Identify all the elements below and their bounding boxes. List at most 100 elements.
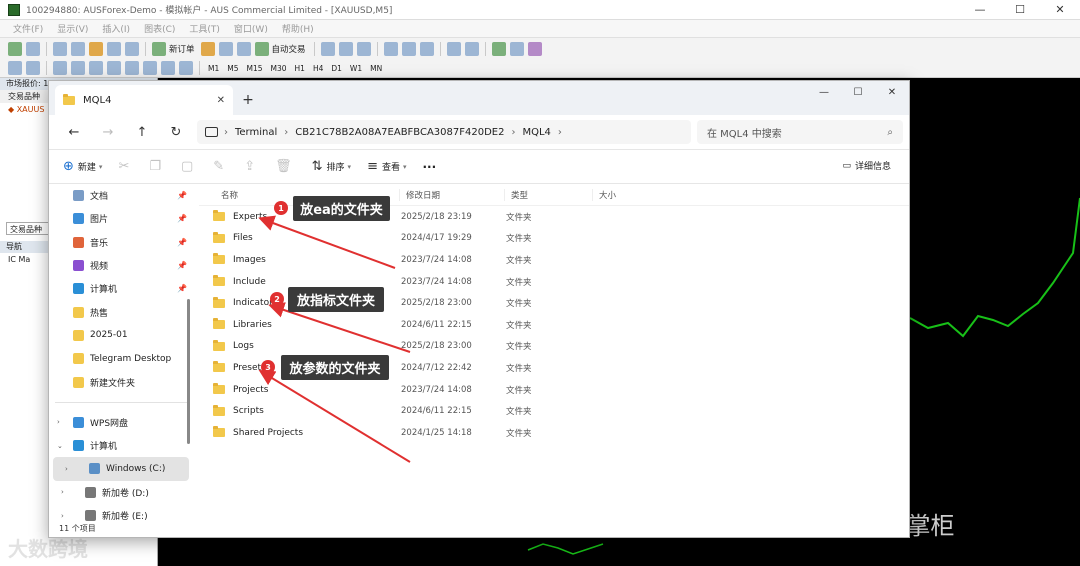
nav-item[interactable]: › 新加卷 (D:)	[49, 481, 193, 504]
menu-view[interactable]: 显示(V)	[50, 22, 95, 35]
column-size[interactable]: 大小	[592, 188, 672, 201]
menu-charts[interactable]: 图表(C)	[137, 22, 182, 35]
nav-item[interactable]: › 新加卷 (E:)	[49, 504, 193, 524]
nav-item[interactable]: 新建文件夹	[49, 370, 193, 393]
maximize-icon[interactable]: ☐	[1000, 0, 1040, 20]
refresh-button[interactable]: ↻	[159, 118, 193, 146]
timeframe-h4[interactable]: H4	[309, 64, 327, 73]
zoom-out-icon[interactable]	[401, 41, 416, 56]
file-row[interactable]: Shared Projects 2024/1/25 14:18 文件夹	[199, 422, 909, 444]
metaeditor-icon[interactable]	[200, 41, 215, 56]
chevron-down-icon[interactable]: ⌄	[57, 442, 63, 450]
horizontal-line-icon[interactable]	[71, 61, 85, 75]
new-button[interactable]: ⊕ 新建 ▾	[63, 159, 102, 174]
menu-tools[interactable]: 工具(T)	[182, 22, 227, 35]
nav-item[interactable]: 文档 📌	[49, 184, 193, 207]
minimize-icon[interactable]: —	[960, 0, 1000, 20]
bar-chart-icon[interactable]	[320, 41, 335, 56]
file-row[interactable]: Projects 2023/7/24 14:08 文件夹	[199, 379, 909, 401]
view-button[interactable]: ≡ 查看 ▾	[367, 159, 406, 174]
paste-button[interactable]: ▢	[181, 159, 197, 174]
nav-item[interactable]: 2025-01	[49, 324, 193, 347]
zoom-in-icon[interactable]	[383, 41, 398, 56]
symbols-tab[interactable]: 交易品种	[6, 222, 50, 235]
file-row[interactable]: Files 2024/4/17 19:29 文件夹	[199, 228, 909, 250]
data-window-icon[interactable]	[71, 41, 85, 56]
chevron-right-icon[interactable]: ›	[61, 488, 64, 496]
new-chart-icon[interactable]	[8, 41, 22, 56]
tile-windows-icon[interactable]	[419, 41, 434, 56]
address-bar[interactable]: › Terminal › CB21C78B2A08A7EABFBCA3087F4…	[197, 120, 691, 144]
nav-item[interactable]: › WPS网盘	[49, 411, 193, 434]
file-row[interactable]: Images 2023/7/24 14:08 文件夹	[199, 249, 909, 271]
autoscroll-icon[interactable]	[446, 41, 461, 56]
profiles-icon[interactable]	[26, 41, 40, 56]
chevron-right-icon[interactable]: ›	[61, 512, 64, 520]
delete-button[interactable]: 🗑	[275, 159, 296, 174]
chevron-right-icon[interactable]: ›	[57, 418, 60, 426]
chart-shift-icon[interactable]	[464, 41, 479, 56]
nav-item[interactable]: ⌄ 计算机	[49, 434, 193, 457]
timeframe-m30[interactable]: M30	[267, 64, 291, 73]
tab-mql4[interactable]: MQL4 ✕	[55, 85, 233, 115]
file-row[interactable]: Libraries 2024/6/11 22:15 文件夹	[199, 314, 909, 336]
text-label-icon[interactable]	[161, 61, 175, 75]
signals-icon[interactable]	[218, 41, 233, 56]
timeframe-m5[interactable]: M5	[223, 64, 242, 73]
navigator-icon[interactable]	[89, 41, 103, 56]
new-order-button[interactable]: 新订单	[169, 43, 195, 55]
tester-icon[interactable]	[125, 41, 139, 56]
timeframe-h1[interactable]: H1	[291, 64, 309, 73]
close-tab-icon[interactable]: ✕	[217, 95, 225, 106]
file-row[interactable]: Logs 2025/2/18 23:00 文件夹	[199, 336, 909, 358]
timeframe-w1[interactable]: W1	[346, 64, 366, 73]
cut-button[interactable]: ✂	[118, 159, 133, 174]
breadcrumb-hash[interactable]: CB21C78B2A08A7EABFBCA3087F420DE2	[295, 127, 504, 138]
nav-item[interactable]: › Windows (C:)	[53, 457, 189, 481]
timeframe-m15[interactable]: M15	[243, 64, 267, 73]
nav-item[interactable]: 热售	[49, 300, 193, 323]
auto-trading-button[interactable]: 自动交易	[272, 43, 306, 55]
nav-item[interactable]: 音乐 📌	[49, 231, 193, 254]
forward-button[interactable]: →	[91, 118, 125, 146]
fibonacci-icon[interactable]	[125, 61, 139, 75]
cursor-icon[interactable]	[8, 61, 22, 75]
nav-scrollbar[interactable]	[187, 299, 190, 444]
market-watch-icon[interactable]	[53, 41, 67, 56]
up-button[interactable]: ↑	[125, 118, 159, 146]
column-date[interactable]: 修改日期	[399, 188, 504, 201]
new-order-icon[interactable]	[152, 41, 166, 56]
periods-icon[interactable]	[509, 41, 524, 56]
arrows-icon[interactable]	[179, 61, 193, 75]
timeframe-d1[interactable]: D1	[327, 64, 346, 73]
trendline-icon[interactable]	[89, 61, 103, 75]
details-pane-button[interactable]: ▭ 详细信息	[842, 159, 891, 173]
breadcrumb-mql4[interactable]: MQL4	[522, 127, 550, 138]
menu-help[interactable]: 帮助(H)	[275, 22, 321, 35]
indicators-icon[interactable]	[491, 41, 506, 56]
rename-button[interactable]: ✎	[213, 159, 228, 174]
new-tab-button[interactable]: +	[233, 85, 263, 115]
crosshair-icon[interactable]	[26, 61, 40, 75]
column-type[interactable]: 类型	[504, 188, 592, 201]
terminal-icon[interactable]	[107, 41, 121, 56]
more-options-button[interactable]: ···	[423, 160, 437, 174]
back-button[interactable]: ←	[57, 118, 91, 146]
menu-file[interactable]: 文件(F)	[6, 22, 50, 35]
timeframe-mn[interactable]: MN	[366, 64, 386, 73]
nav-item[interactable]: 视频 📌	[49, 254, 193, 277]
nav-item[interactable]: 计算机 📌	[49, 277, 193, 300]
auto-trading-icon[interactable]	[254, 41, 269, 56]
maximize-icon[interactable]: ☐	[841, 81, 875, 103]
share-button[interactable]: ⇪	[244, 159, 259, 174]
menu-window[interactable]: 窗口(W)	[227, 22, 275, 35]
file-row[interactable]: Scripts 2024/6/11 22:15 文件夹	[199, 400, 909, 422]
close-icon[interactable]: ✕	[1040, 0, 1080, 20]
breadcrumb-terminal[interactable]: Terminal	[235, 127, 277, 138]
search-input[interactable]: 在 MQL4 中搜索 ⌕	[697, 120, 903, 144]
text-icon[interactable]	[143, 61, 157, 75]
menu-insert[interactable]: 插入(I)	[95, 22, 137, 35]
line-chart-icon[interactable]	[356, 41, 371, 56]
sort-button[interactable]: ⇅ 排序 ▾	[312, 159, 351, 174]
channel-icon[interactable]	[107, 61, 121, 75]
